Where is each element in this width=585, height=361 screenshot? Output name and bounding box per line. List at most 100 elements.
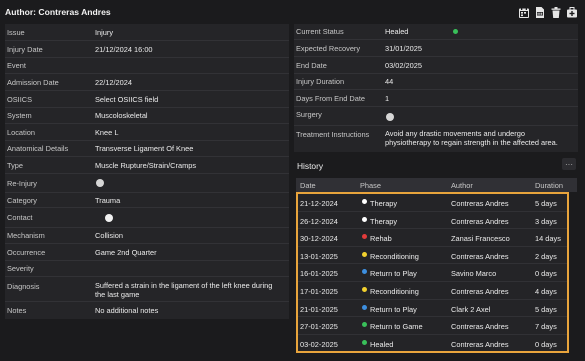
phase-status-dot (362, 216, 367, 222)
current-status-value[interactable]: Healed (385, 27, 572, 36)
history-more-button[interactable]: ··· (562, 158, 576, 170)
history-duration: 3 days (535, 216, 557, 226)
event-row: Event (5, 58, 289, 74)
category-row: Category Trauma (5, 193, 289, 208)
notes-value[interactable]: No additional notes (95, 306, 283, 315)
trash-icon[interactable] (550, 6, 561, 18)
file-pdf-icon[interactable] (534, 6, 545, 18)
phase-status-dot (362, 304, 367, 310)
history-duration: 5 days (535, 304, 557, 314)
surgery-label: Surgery (296, 110, 322, 119)
injury-duration-label: Injury Duration (296, 77, 345, 86)
history-row[interactable]: 26-12-2024 Therapy Contreras Andres 3 days (298, 212, 567, 230)
history-row[interactable]: 16-01-2025 Return to Play Savino Marco 0 da… (298, 264, 567, 282)
history-author: Contreras Andres (451, 322, 509, 332)
issue-value[interactable]: Injury (95, 28, 283, 37)
osiics-label: OSIICS (7, 94, 33, 104)
history-phase: Return to Play (370, 269, 417, 279)
expected-recovery-value[interactable]: 31/01/2025 (385, 44, 572, 53)
col-phase[interactable]: Phase (360, 181, 381, 190)
type-value[interactable]: Muscle Rupture/Strain/Cramps (95, 161, 283, 170)
location-label: Location (7, 127, 35, 137)
history-phase: Rehab (370, 234, 392, 244)
toggle-knob (105, 214, 113, 222)
days-from-end-label: Days From End Date (296, 93, 366, 103)
type-row: Type Muscle Rupture/Strain/Cramps (5, 157, 289, 174)
category-value[interactable]: Trauma (95, 196, 283, 205)
history-phase: Healed (370, 339, 394, 349)
history-date: 30-12-2024 (300, 234, 338, 244)
mechanism-value[interactable]: Collision (95, 231, 283, 240)
osiics-select[interactable]: Select OSIICS field (95, 95, 283, 104)
status-panel: Current Status Healed Expected Recovery … (294, 24, 578, 152)
notes-label: Notes (7, 306, 27, 315)
occurrence-value[interactable]: Game 2nd Quarter (95, 248, 283, 257)
anatomical-details-value[interactable]: Transverse Ligament Of Knee (95, 144, 283, 153)
history-date: 21-12-2024 (300, 199, 338, 208)
system-label: System (7, 111, 32, 120)
history-row[interactable]: 21-01-2025 Return to Play Clark 2 Axel 5 da… (298, 300, 567, 318)
header-actions (518, 6, 577, 18)
severity-label: Severity (7, 264, 34, 273)
severity-row: Severity (5, 261, 289, 277)
page-title: Author: Contreras Andres (5, 7, 111, 17)
re-injury-label: Re-Injury (7, 178, 37, 188)
location-value[interactable]: Knee L (95, 128, 283, 137)
admission-date-row: Admission Date 22/12/2024 (5, 74, 289, 91)
history-date: 16-01-2025 (300, 269, 338, 279)
calendar-icon[interactable] (518, 6, 529, 18)
history-row[interactable]: 17-01-2025 Reconditioning Contreras Andres… (298, 282, 567, 300)
anatomical-details-label: Anatomical Details (7, 144, 69, 153)
system-row: System Muscoloskeletal (5, 108, 289, 124)
history-author: Clark 2 Axel (451, 304, 491, 314)
history-row[interactable]: 03-02-2025 Healed Contreras Andres 0 days (298, 335, 567, 353)
history-duration: 5 days (535, 199, 557, 208)
injury-duration-value: 44 (385, 77, 394, 86)
occurrence-label: Occurrence (7, 247, 46, 257)
injury-date-value[interactable]: 21/12/2024 16:00 (95, 45, 283, 54)
diagnosis-value[interactable]: Suffered a strain in the ligament of the… (95, 281, 283, 299)
history-duration: 0 days (535, 339, 557, 349)
history-author: Contreras Andres (451, 339, 509, 349)
expected-recovery-label: Expected Recovery (296, 43, 361, 53)
anatomical-details-row: Anatomical Details Transverse Ligament O… (5, 141, 289, 157)
treatment-row: Treatment Instructions Avoid any drastic… (294, 126, 578, 152)
event-label: Event (7, 61, 26, 70)
history-duration: 4 days (535, 287, 557, 296)
history-row[interactable]: 21-12-2024 Therapy Contreras Andres 5 days (298, 194, 567, 212)
history-duration: 0 days (535, 269, 557, 279)
history-author: Contreras Andres (451, 251, 509, 261)
location-row: Location Knee L (5, 124, 289, 141)
history-phase: Therapy (370, 199, 398, 208)
history-phase: Return to Game (370, 322, 423, 332)
admission-date-value[interactable]: 22/12/2024 (95, 78, 283, 87)
occurrence-row: Occurrence Game 2nd Quarter (5, 244, 289, 261)
history-date: 17-01-2025 (300, 287, 338, 296)
col-date[interactable]: Date (300, 181, 316, 190)
injury-duration-row: Injury Duration 44 (294, 74, 578, 90)
days-from-end-row: Days From End Date 1 (294, 90, 578, 107)
osiics-row: OSIICS Select OSIICS field (5, 91, 289, 108)
treatment-value[interactable]: Avoid any drastic movements and undergo … (385, 129, 572, 147)
history-phase: Return to Play (370, 304, 417, 314)
phase-status-dot (362, 339, 367, 345)
header: Author: Contreras Andres (0, 0, 585, 24)
system-value[interactable]: Muscoloskeletal (95, 111, 283, 120)
expected-recovery-row: Expected Recovery 31/01/2025 (294, 40, 578, 57)
history-title: History (297, 161, 324, 171)
history-row[interactable]: 27-01-2025 Return to Game Contreras Andres… (298, 317, 567, 335)
end-date-value[interactable]: 03/02/2025 (385, 61, 572, 70)
history-author: Savino Marco (451, 269, 497, 279)
end-date-label: End Date (296, 60, 327, 70)
phase-status-dot (362, 234, 367, 240)
history-row[interactable]: 13-01-2025 Reconditioning Contreras Andres… (298, 247, 567, 265)
col-author[interactable]: Author (451, 181, 473, 190)
history-duration: 7 days (535, 322, 557, 332)
injury-details-panel: Issue Injury Injury Date 21/12/2024 16:0… (5, 24, 289, 319)
history-row[interactable]: 30-12-2024 Rehab Zanasi Francesco 14 days (298, 229, 567, 247)
col-duration[interactable]: Duration (535, 181, 563, 190)
category-label: Category (7, 195, 37, 205)
issue-row: Issue Injury (5, 24, 289, 41)
phase-status-dot (362, 287, 367, 292)
medical-bag-icon[interactable] (566, 6, 577, 18)
